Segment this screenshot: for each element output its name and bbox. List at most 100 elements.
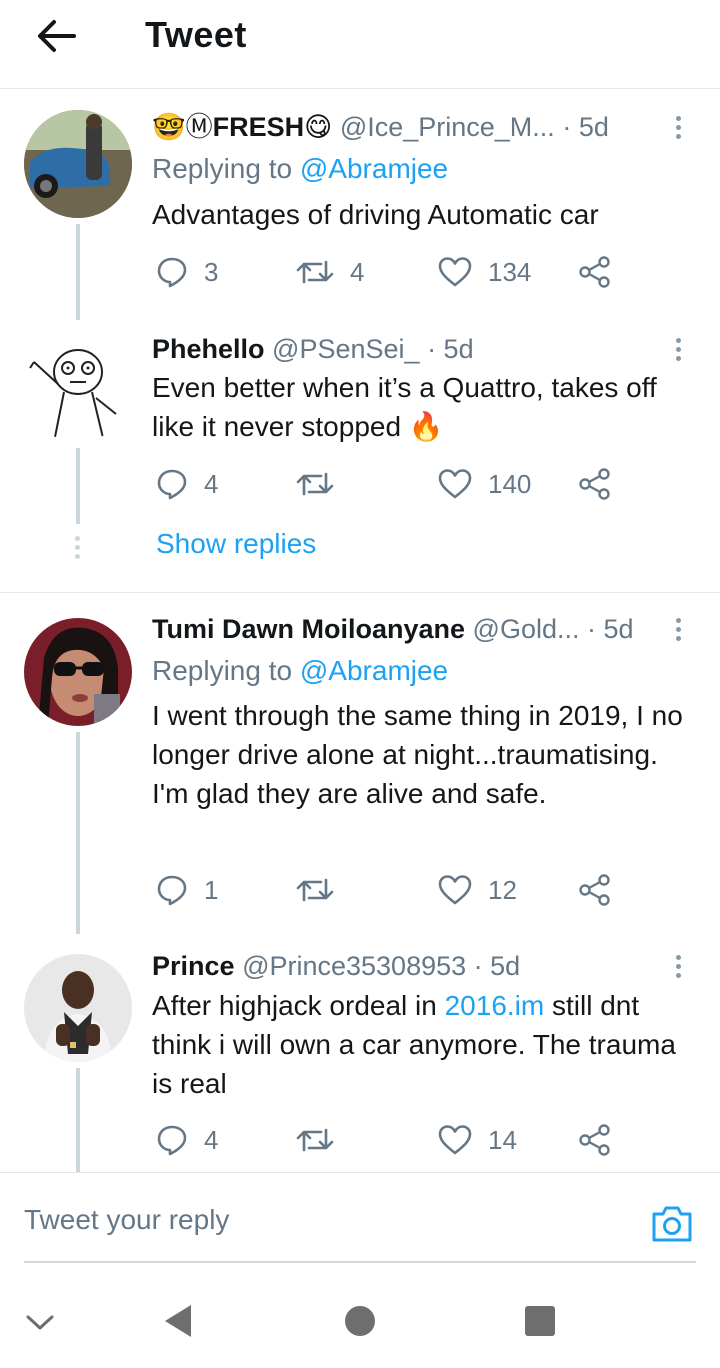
share-icon [579,874,610,906]
tweet-actions: 4 14 [152,1120,622,1160]
tweet-text: After highjack ordeal in 2016.im still d… [152,986,692,1103]
thread-line [76,448,80,524]
author-name-emoji: 🤓Ⓜ [152,112,213,142]
more-options-icon[interactable] [674,618,684,645]
tweet-text: Advantages of driving Automatic car [152,199,599,230]
share-button[interactable] [578,1120,612,1160]
tweet-header: Prince @Prince35308953 · 5d [152,949,520,983]
reply-input[interactable]: Tweet your reply [24,1204,229,1236]
tweet-header: 🤓ⓂFRESH😋 @Ice_Prince_M... · 5d [152,110,609,144]
retweet-icon [296,878,334,902]
replying-to-handle[interactable]: @Abramjee [300,655,448,686]
like-count: 134 [488,256,532,287]
more-options-icon[interactable] [674,338,684,365]
like-count: 12 [488,874,517,905]
more-options-icon[interactable] [674,955,684,982]
heart-icon [438,469,472,499]
reply-count: 4 [204,1124,219,1155]
reply-count: 4 [204,468,219,499]
tweet-text-link[interactable]: 2016.im [445,990,545,1021]
author-handle[interactable]: @Gold... [473,614,580,644]
reply-button[interactable]: 3 [156,252,218,292]
like-count: 140 [488,468,532,499]
reply-button[interactable]: 4 [156,464,218,504]
camera-icon[interactable] [651,1203,693,1248]
tweet-text-body: Even better when it’s a Quattro, takes o… [152,372,657,442]
replying-to: Replying to @Abramjee [152,654,448,688]
retweet-icon [296,260,334,284]
author-name[interactable]: Phehello [152,334,265,364]
fire-emoji: 🔥 [408,411,444,442]
share-button[interactable] [578,252,612,292]
like-button[interactable]: 140 [438,464,531,504]
thread-line [76,1068,80,1172]
tweet-header: Phehello @PSenSei_ · 5d [152,332,474,366]
reply-count: 3 [204,256,219,287]
avatar[interactable] [24,334,132,442]
heart-icon [438,1125,472,1155]
reply-input-underline [24,1261,696,1263]
author-name[interactable]: Prince [152,951,235,981]
tweet-actions: 1 12 [152,870,622,910]
heart-icon [438,875,472,905]
reply-bubble-icon [157,875,187,906]
nav-home-icon[interactable] [345,1306,375,1336]
retweet-button[interactable]: 4 [296,252,364,292]
tweet-actions: 4 140 [152,464,622,504]
author-name[interactable]: Tumi Dawn Moiloanyane [152,614,465,644]
author-handle[interactable]: @PSenSei_ [272,334,420,364]
author-name-emoji: 😋 [304,112,333,142]
reply-bubble-icon [157,257,187,288]
more-options-icon[interactable] [674,116,684,143]
replying-label: Replying to [152,153,293,184]
nav-back-icon[interactable] [164,1304,192,1343]
like-button[interactable]: 14 [438,1120,517,1160]
share-button[interactable] [578,464,612,504]
avatar[interactable] [24,618,132,726]
thread-continuation-dots [75,536,80,563]
tweet-actions: 3 4 134 [152,252,622,292]
chevron-down-icon[interactable] [26,1315,54,1336]
reply-bubble-icon [157,1125,187,1156]
retweet-icon [296,472,334,496]
like-button[interactable]: 12 [438,870,517,910]
avatar[interactable] [24,110,132,218]
share-button[interactable] [578,870,612,910]
replying-to-handle[interactable]: @Abramjee [300,153,448,184]
author-name[interactable]: FRESH [213,112,305,142]
divider [0,1172,720,1173]
author-handle[interactable]: @Ice_Prince_M... [340,112,555,142]
divider [0,592,720,593]
tweet-time: · 5d [473,951,521,981]
show-replies-link[interactable]: Show replies [156,528,316,560]
like-button[interactable]: 134 [438,252,531,292]
retweet-button[interactable] [296,1120,350,1160]
retweet-count: 4 [350,256,365,287]
retweet-button[interactable] [296,870,350,910]
tweet-text-part: After highjack ordeal in [152,990,445,1021]
like-count: 14 [488,1124,517,1155]
reply-bubble-icon [157,469,187,500]
replying-to: Replying to @Abramjee [152,152,448,186]
tweet-item[interactable]: Tumi Dawn Moiloanyane @Gold... · 5d Repl… [0,594,720,934]
author-handle[interactable]: @Prince35308953 [242,951,466,981]
tweet-time: · 5d [587,614,634,644]
tweet-item[interactable]: Prince @Prince35308953 · 5d After highja… [0,934,720,1172]
tweet-item[interactable]: Phehello @PSenSei_ · 5d Even better when… [0,320,720,590]
thread-line [76,732,80,934]
retweet-button[interactable] [296,464,350,504]
reply-button[interactable]: 4 [156,1120,218,1160]
avatar[interactable] [24,954,132,1062]
tweet-text: I went through the same thing in 2019, I… [152,700,683,809]
nav-recents-icon[interactable] [525,1306,555,1336]
share-icon [579,1124,610,1156]
app-header: Tweet [0,0,720,89]
tweet-time: · 5d [427,334,474,364]
heart-icon [438,257,472,287]
back-arrow-icon[interactable] [36,18,80,54]
reply-button[interactable]: 1 [156,870,218,910]
reply-count: 1 [204,874,219,905]
thread-line [76,224,80,320]
page-title: Tweet [145,14,247,55]
tweet-item[interactable]: 🤓ⓂFRESH😋 @Ice_Prince_M... · 5d Replying … [0,88,720,320]
